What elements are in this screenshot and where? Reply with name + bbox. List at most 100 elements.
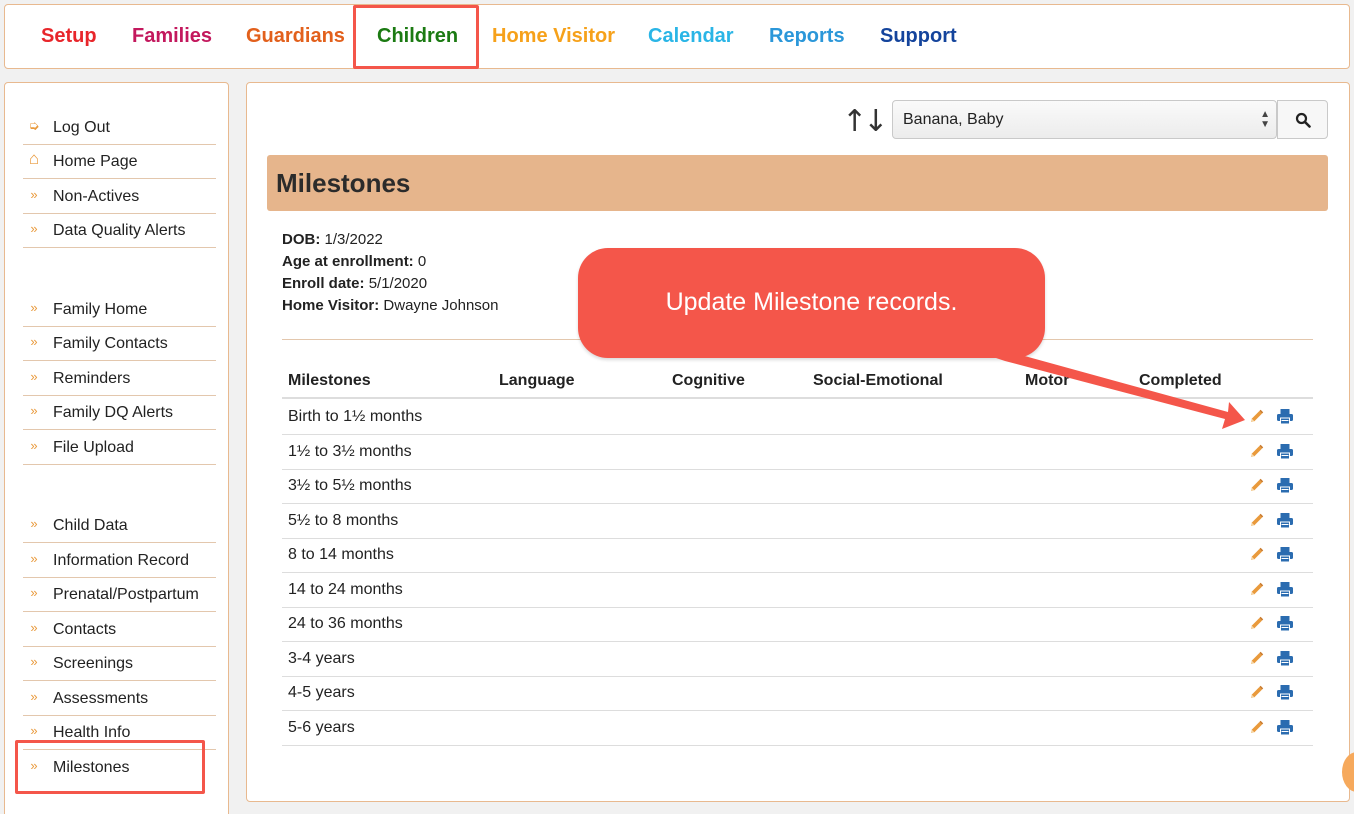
child-select[interactable]: Banana, Baby ▲ ▼ bbox=[892, 100, 1277, 139]
visitor-value: Dwayne Johnson bbox=[383, 297, 499, 314]
home-icon: ⌂ bbox=[28, 149, 40, 168]
sidebar-item-label: Data Quality Alerts bbox=[53, 222, 186, 239]
pencil-icon[interactable] bbox=[1248, 408, 1265, 430]
table-row: 24 to 36 months bbox=[282, 607, 1313, 642]
double-chevron-icon: » bbox=[30, 403, 38, 418]
child-select-value: Banana, Baby bbox=[903, 111, 1004, 128]
nav-guardians[interactable]: Guardians bbox=[246, 25, 345, 48]
nav-support[interactable]: Support bbox=[880, 25, 957, 48]
dob-label: DOB: bbox=[282, 231, 321, 248]
sort-arrows-icon[interactable]: ↑↓ bbox=[842, 104, 888, 139]
sidebar-item-data-quality-alerts[interactable]: » Data Quality Alerts bbox=[23, 213, 216, 248]
printer-icon[interactable] bbox=[1276, 477, 1294, 499]
sidebar-item-prenatal-postpartum[interactable]: » Prenatal/Postpartum bbox=[23, 577, 216, 612]
sidebar-item-label: Information Record bbox=[53, 552, 190, 569]
select-caret-icon: ▲ ▼ bbox=[1260, 109, 1270, 130]
milestones-table-header: Milestones Language Cognitive Social-Emo… bbox=[282, 363, 1313, 399]
page-title-bar: Milestones bbox=[267, 155, 1328, 211]
sidebar-item-log-out[interactable]: ➭ Log Out bbox=[23, 110, 216, 145]
sidebar-item-label: Family Contacts bbox=[53, 335, 168, 352]
age-value: 0 bbox=[417, 253, 427, 270]
printer-icon[interactable] bbox=[1276, 443, 1294, 465]
milestone-period: 24 to 36 months bbox=[288, 615, 403, 632]
pencil-icon[interactable] bbox=[1248, 477, 1265, 499]
pencil-icon[interactable] bbox=[1248, 546, 1265, 568]
top-nav: Setup Families Guardians Children Home V… bbox=[4, 4, 1350, 69]
sidebar-item-family-contacts[interactable]: » Family Contacts bbox=[23, 326, 216, 361]
nav-calendar[interactable]: Calendar bbox=[648, 25, 734, 48]
table-row: 5-6 years bbox=[282, 711, 1313, 746]
sidebar-item-label: Screenings bbox=[53, 655, 134, 672]
printer-icon[interactable] bbox=[1276, 719, 1294, 741]
pencil-icon[interactable] bbox=[1248, 719, 1265, 741]
nav-home-visitor[interactable]: Home Visitor bbox=[492, 25, 615, 48]
sidebar-item-label: Non-Actives bbox=[53, 188, 140, 205]
double-chevron-icon: » bbox=[30, 334, 38, 349]
sign-out-icon: ➭ bbox=[28, 118, 40, 133]
col-milestones: Milestones bbox=[288, 372, 371, 389]
milestone-period: 5½ to 8 months bbox=[288, 511, 399, 529]
double-chevron-icon: » bbox=[30, 654, 38, 669]
page-title: Milestones bbox=[276, 168, 411, 198]
sidebar-item-label: Log Out bbox=[53, 119, 110, 136]
double-chevron-icon: » bbox=[30, 620, 38, 635]
enroll-label: Enroll date: bbox=[282, 275, 365, 292]
double-chevron-icon: » bbox=[30, 585, 38, 600]
age-line: Age at enrollment: 0 bbox=[282, 253, 426, 270]
sidebar-item-label: Prenatal/Postpartum bbox=[53, 586, 199, 603]
pencil-icon[interactable] bbox=[1248, 615, 1265, 637]
milestone-period: 8 to 14 months bbox=[288, 546, 394, 563]
search-button[interactable] bbox=[1277, 100, 1328, 139]
sidebar-item-label: File Upload bbox=[53, 439, 134, 456]
milestone-period: 4-5 years bbox=[288, 684, 355, 701]
table-row: 8 to 14 months bbox=[282, 538, 1313, 573]
nav-families[interactable]: Families bbox=[132, 25, 212, 48]
sidebar-item-reminders[interactable]: » Reminders bbox=[23, 361, 216, 396]
sidebar-item-screenings[interactable]: » Screenings bbox=[23, 646, 216, 681]
milestone-period: 14 to 24 months bbox=[288, 580, 403, 598]
pencil-icon[interactable] bbox=[1248, 650, 1265, 672]
col-motor: Motor bbox=[1025, 372, 1070, 389]
sidebar-item-contacts[interactable]: » Contacts bbox=[23, 612, 216, 647]
double-chevron-icon: » bbox=[30, 369, 38, 384]
pencil-icon[interactable] bbox=[1248, 512, 1265, 534]
sidebar-item-label: Reminders bbox=[53, 370, 131, 387]
sidebar-item-child-data[interactable]: » Child Data bbox=[23, 508, 216, 543]
sidebar-item-information-record[interactable]: » Information Record bbox=[23, 543, 216, 578]
printer-icon[interactable] bbox=[1276, 684, 1294, 706]
printer-icon[interactable] bbox=[1276, 650, 1294, 672]
printer-icon[interactable] bbox=[1276, 512, 1294, 534]
col-language: Language bbox=[499, 372, 575, 389]
sidebar-item-assessments[interactable]: » Assessments bbox=[23, 681, 216, 716]
pencil-icon[interactable] bbox=[1248, 443, 1265, 465]
double-chevron-icon: » bbox=[30, 689, 38, 704]
nav-reports[interactable]: Reports bbox=[769, 25, 845, 48]
callout-bubble: Update Milestone records. bbox=[578, 248, 1045, 358]
dob-value: 1/3/2022 bbox=[324, 231, 383, 248]
table-row: 14 to 24 months bbox=[282, 573, 1313, 608]
sidebar-item-non-actives[interactable]: » Non-Actives bbox=[23, 179, 216, 214]
pencil-icon[interactable] bbox=[1248, 684, 1265, 706]
printer-icon[interactable] bbox=[1276, 581, 1294, 603]
sidebar-item-family-dq-alerts[interactable]: » Family DQ Alerts bbox=[23, 395, 216, 430]
col-social-emotional: Social-Emotional bbox=[813, 372, 943, 389]
printer-icon[interactable] bbox=[1276, 408, 1294, 430]
sidebar-item-file-upload[interactable]: » File Upload bbox=[23, 430, 216, 465]
table-row: 3½ to 5½ months bbox=[282, 469, 1313, 504]
sidebar-item-family-home[interactable]: » Family Home bbox=[23, 292, 216, 327]
col-cognitive: Cognitive bbox=[672, 372, 745, 389]
table-row: 3-4 years bbox=[282, 642, 1313, 677]
double-chevron-icon: » bbox=[30, 300, 38, 315]
sidebar-item-label: Home Page bbox=[53, 153, 138, 170]
double-chevron-icon: » bbox=[30, 187, 38, 202]
sidebar-item-home-page[interactable]: ⌂ Home Page bbox=[23, 144, 216, 179]
pencil-icon[interactable] bbox=[1248, 581, 1265, 603]
printer-icon[interactable] bbox=[1276, 546, 1294, 568]
visitor-label: Home Visitor: bbox=[282, 297, 380, 314]
milestone-period: 3-4 years bbox=[288, 649, 355, 667]
table-row: Birth to 1½ months bbox=[282, 400, 1313, 435]
nav-setup[interactable]: Setup bbox=[41, 25, 97, 48]
milestone-period: 5-6 years bbox=[288, 718, 355, 736]
printer-icon[interactable] bbox=[1276, 615, 1294, 637]
sidebar-item-label: Contacts bbox=[53, 621, 117, 638]
